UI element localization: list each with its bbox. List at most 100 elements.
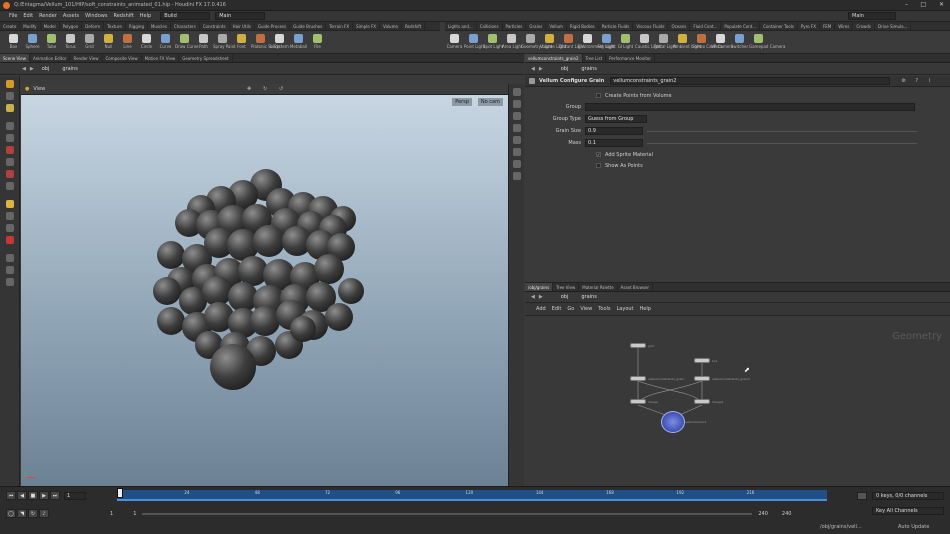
shelf-tab[interactable]: Model xyxy=(41,22,60,30)
menu-assets[interactable]: Assets xyxy=(60,13,82,19)
shelf-tab[interactable]: Rigging xyxy=(126,22,148,30)
node-merge1[interactable] xyxy=(694,399,710,404)
grain-size-field[interactable]: 0.9 xyxy=(585,127,643,135)
shelf-tab[interactable]: Rigid Bodies xyxy=(567,22,599,30)
right-pane-tab[interactable]: Performance Monitor xyxy=(606,54,655,62)
keys-info[interactable]: 0 keys, 0/0 channels xyxy=(872,492,944,500)
left-pane-tab[interactable]: Geometry Spreadsheet xyxy=(179,54,233,62)
left-pane-tab[interactable]: Scene View xyxy=(0,54,30,62)
shelf-tool[interactable]: Draw Curve xyxy=(175,32,199,49)
path-grains[interactable]: grains xyxy=(581,294,596,300)
camera-tool-icon[interactable] xyxy=(5,104,14,112)
range-slider[interactable] xyxy=(142,512,753,515)
left-pane-tab[interactable]: Motion FX View xyxy=(142,54,180,62)
shelf-tool[interactable]: Distant Light xyxy=(559,32,585,49)
shelf-set-select[interactable]: Main xyxy=(215,12,266,20)
shelf-tab[interactable]: Constraints xyxy=(200,22,230,30)
network-menu-item[interactable]: Layout xyxy=(614,306,637,312)
node-box[interactable] xyxy=(694,358,710,363)
shelf-tool[interactable]: Sphere xyxy=(23,32,42,49)
shelf-tool[interactable]: Grid xyxy=(80,32,99,49)
maximize-button[interactable]: □ xyxy=(920,1,926,8)
shelf-tab[interactable]: Container Tools xyxy=(760,22,798,30)
start-frame-value[interactable]: 1 xyxy=(110,511,113,517)
shelf-tab[interactable]: Create xyxy=(0,22,21,30)
gear-icon[interactable]: ⚙ xyxy=(902,78,906,84)
realtime-toggle[interactable]: ◯ xyxy=(6,509,16,518)
path-grains[interactable]: grains xyxy=(62,66,77,72)
scene-viewport[interactable]: Persp No cam xyxy=(21,95,508,486)
end-frame-value-2[interactable]: 240 xyxy=(782,511,792,517)
shelf-tab[interactable]: Pyro FX xyxy=(798,22,820,30)
shelf-tab[interactable]: Simple FX xyxy=(353,22,381,30)
network-menu-item[interactable]: Go xyxy=(564,306,577,312)
end-frame-value[interactable]: 240 xyxy=(758,511,768,517)
shelf-tab[interactable]: Volume xyxy=(380,22,402,30)
menu-render[interactable]: Render xyxy=(36,13,60,19)
left-pane-tab[interactable]: Render View xyxy=(70,54,103,62)
bg-icon[interactable] xyxy=(512,172,521,180)
sprite-checkbox[interactable]: ✓ xyxy=(596,152,601,157)
shelf-tab[interactable]: Viscous Fluids xyxy=(633,22,669,30)
handle-icon[interactable] xyxy=(5,80,14,88)
magnet-icon[interactable] xyxy=(5,236,14,244)
rotate-icon[interactable] xyxy=(5,146,14,154)
shelf-tool[interactable]: Volume Light xyxy=(540,32,566,49)
node-grid[interactable] xyxy=(630,343,646,348)
network-menu-item[interactable]: Edit xyxy=(549,306,565,312)
left-pane-tab[interactable]: Animation Editor xyxy=(30,54,71,62)
network-tab[interactable]: Material Palette xyxy=(579,283,618,291)
shelf-tab[interactable]: Vellum xyxy=(546,22,567,30)
shelf-tool[interactable]: Caustic Light xyxy=(635,32,661,49)
path-obj[interactable]: obj xyxy=(561,66,569,72)
right-pane-tab[interactable]: vellumconstraints_grain2 xyxy=(525,54,583,62)
shelf-tool[interactable]: Environment Light xyxy=(578,32,615,49)
forward-icon[interactable]: ▶ xyxy=(30,66,34,72)
menu-redshift[interactable]: Redshift xyxy=(110,13,136,19)
shelf-tab[interactable]: Hair Utils xyxy=(230,22,255,30)
shelf-tab[interactable]: Lights and... xyxy=(445,22,477,30)
shelf-tool[interactable]: Path xyxy=(194,32,213,49)
shelf-tab[interactable]: Guide Process xyxy=(255,22,291,30)
group-type-select[interactable]: Guess from Group xyxy=(585,115,647,123)
shelf-tab[interactable]: Crowds xyxy=(853,22,876,30)
network-tab[interactable]: /obj/grains xyxy=(525,283,554,291)
display-option-icon[interactable] xyxy=(512,88,521,96)
lock-icon[interactable] xyxy=(512,100,521,108)
shelf-tab[interactable]: Populate Cont... xyxy=(721,22,761,30)
shelf-tool[interactable]: Area Light xyxy=(502,32,522,49)
shelf-tab[interactable]: Oceans xyxy=(668,22,691,30)
select-icon[interactable] xyxy=(5,122,14,130)
wire-icon[interactable] xyxy=(512,160,521,168)
grid-snap-icon[interactable] xyxy=(5,224,14,232)
shelf-tool[interactable]: Tube xyxy=(42,32,61,49)
back-icon[interactable]: ◀ xyxy=(531,66,535,72)
home-view-icon[interactable]: ↺ xyxy=(279,86,283,92)
shelf-tab[interactable]: Wires xyxy=(835,22,854,30)
shelf-tool[interactable]: Sky Light xyxy=(597,32,616,49)
shelf-tab[interactable]: Particles xyxy=(503,22,527,30)
network-menu-item[interactable]: View xyxy=(577,306,595,312)
loop-toggle[interactable]: ↻ xyxy=(28,509,38,518)
pose-icon[interactable] xyxy=(5,170,14,178)
desktop-select[interactable]: Build xyxy=(160,12,211,20)
light-icon[interactable] xyxy=(512,112,521,120)
node-vellumsolver[interactable] xyxy=(661,411,685,433)
shelf-tool[interactable]: Box xyxy=(4,32,23,49)
shelf-tool[interactable]: Curve xyxy=(156,32,175,49)
group-field[interactable] xyxy=(585,103,915,111)
shading-icon[interactable] xyxy=(5,278,14,286)
shelf-tool[interactable]: Point Light xyxy=(464,32,485,49)
back-icon[interactable]: ◀ xyxy=(22,66,26,72)
left-pane-tab[interactable]: Composite View xyxy=(103,54,142,62)
mass-field[interactable]: 0.1 xyxy=(585,139,643,147)
shelf-tool[interactable]: Spray Paint xyxy=(213,32,236,49)
shelf-tab[interactable]: Muscles xyxy=(148,22,171,30)
shelf-tab[interactable]: Particle Fluids xyxy=(599,22,634,30)
display-icon[interactable] xyxy=(5,266,14,274)
path-obj[interactable]: obj xyxy=(42,66,50,72)
shelf-set-select-right[interactable]: Main xyxy=(848,12,896,20)
menu-edit[interactable]: Edit xyxy=(20,13,36,19)
shelf-tab[interactable]: Terrain FX xyxy=(326,22,354,30)
handle-tool-icon[interactable] xyxy=(5,182,14,190)
